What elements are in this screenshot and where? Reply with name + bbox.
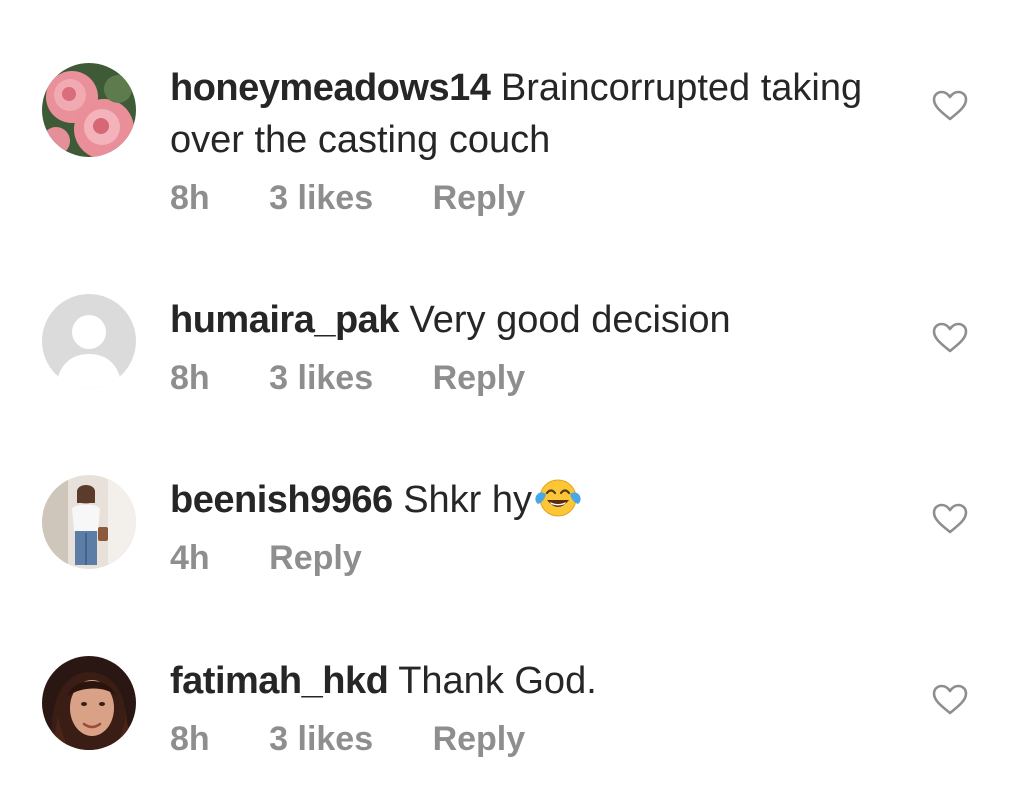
comment-text: honeymeadows14 Braincorrupted taking ove…	[170, 62, 890, 166]
comment-likes[interactable]: 3 likes	[269, 179, 373, 217]
reply-button[interactable]: Reply	[269, 539, 362, 577]
comment-meta: 4h Reply	[170, 536, 890, 580]
reply-button[interactable]: Reply	[433, 359, 526, 397]
like-heart-icon[interactable]	[932, 684, 968, 716]
comment-likes[interactable]: 3 likes	[269, 720, 373, 758]
comment-time: 8h	[170, 179, 210, 217]
reply-button[interactable]: Reply	[433, 720, 526, 758]
comment-time: 8h	[170, 359, 210, 397]
comment-text: humaira_pak Very good decision	[170, 294, 890, 346]
comment-username[interactable]: fatimah_hkd	[170, 660, 389, 702]
comment-time: 8h	[170, 720, 210, 758]
comment-meta: 8h 3 likes Reply	[170, 356, 890, 400]
avatar-icon[interactable]	[42, 656, 136, 750]
comment-text: fatimah_hkd Thank God.	[170, 655, 890, 707]
avatar-icon[interactable]	[42, 63, 136, 157]
comment-body: Very good decision	[409, 299, 731, 341]
avatar-icon[interactable]	[42, 475, 136, 569]
reply-button[interactable]: Reply	[433, 179, 526, 217]
face-with-tears-of-joy-emoji-icon	[534, 476, 582, 520]
comment-meta: 8h 3 likes Reply	[170, 717, 890, 761]
comment-meta: 8h 3 likes Reply	[170, 176, 890, 220]
comment-username[interactable]: honeymeadows14	[170, 67, 491, 109]
comment-username[interactable]: beenish9966	[170, 479, 393, 521]
comment-list: honeymeadows14 Braincorrupted taking ove…	[0, 0, 1024, 788]
comment-body: Shkr hy	[403, 479, 533, 521]
comment-username[interactable]: humaira_pak	[170, 299, 399, 341]
like-heart-icon[interactable]	[932, 90, 968, 122]
like-heart-icon[interactable]	[932, 322, 968, 354]
default-avatar-icon[interactable]	[42, 294, 136, 388]
comment-body: Thank God.	[398, 660, 597, 702]
comment-likes[interactable]: 3 likes	[269, 359, 373, 397]
comment-text: beenish9966 Shkr hy	[170, 474, 890, 526]
like-heart-icon[interactable]	[932, 503, 968, 535]
comment-time: 4h	[170, 539, 210, 577]
